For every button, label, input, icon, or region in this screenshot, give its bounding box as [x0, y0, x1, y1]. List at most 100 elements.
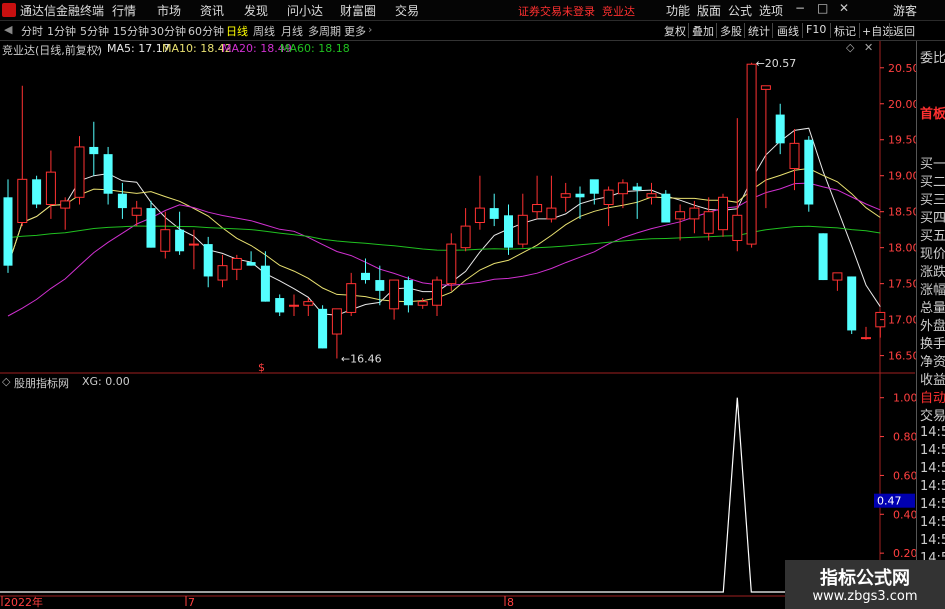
xg-signal-line — [0, 397, 880, 593]
candle — [603, 186, 614, 227]
candle — [617, 179, 628, 209]
candle-body — [832, 272, 843, 281]
date-label: 7 — [188, 596, 195, 609]
candle — [331, 308, 342, 359]
candle-body — [675, 211, 686, 220]
watermark-url: www.zbgs3.com — [812, 589, 918, 604]
candle-body — [417, 301, 428, 306]
candle-body — [861, 337, 871, 340]
candle-body — [489, 208, 499, 219]
candle-body — [188, 243, 199, 246]
quote-side-panel: 委比首板买一买二买三买四买五现价涨跌涨幅总量外盘换手净资收益自动交易14:55 1… — [916, 41, 945, 609]
candle — [146, 200, 156, 248]
candle-body — [260, 265, 270, 302]
side-label: 外盘 — [920, 319, 945, 334]
candle-body — [103, 154, 113, 194]
indicator-tick-label: 1.00 — [893, 392, 918, 405]
indicator-tick-label: 0.60 — [893, 469, 918, 482]
candle — [160, 211, 171, 259]
candle — [661, 190, 671, 223]
candle-body — [661, 193, 671, 223]
candle — [718, 193, 728, 237]
watermark: 指标公式网 www.zbgs3.com — [785, 560, 945, 609]
watermark-title: 指标公式网 — [820, 568, 910, 589]
candle-body — [60, 200, 71, 209]
candle-body — [560, 193, 571, 198]
side-label: 换手 — [920, 337, 945, 352]
candle-body — [331, 308, 342, 335]
candle-body — [318, 308, 328, 349]
price-tick-label: 20.00 — [888, 98, 920, 111]
candle-body — [575, 193, 585, 198]
candle — [117, 182, 127, 219]
indicator-tick-label: 0.40 — [893, 508, 918, 521]
price-tick-label: 19.00 — [888, 170, 920, 183]
candle — [217, 254, 228, 288]
kline-chart[interactable]: 16.50 17.00 17.50 18.00 18.50 19.00 19.50 20.00… — [0, 0, 945, 609]
candle-body — [746, 63, 757, 245]
candle — [775, 103, 785, 155]
settings-diamond-icon[interactable]: ◇ — [2, 375, 10, 388]
candle — [746, 62, 757, 248]
candlesticks — [3, 62, 886, 359]
price-tick-label: 19.50 — [888, 134, 920, 147]
candle — [861, 326, 871, 340]
candle — [3, 179, 13, 273]
candle-body — [303, 301, 314, 306]
price-annotation: ←20.57 — [756, 57, 797, 70]
side-label: 委比 — [920, 51, 945, 66]
candle — [175, 211, 185, 255]
candle — [789, 128, 800, 191]
price-annotation: ←16.46 — [341, 352, 382, 365]
candle-body — [847, 276, 857, 331]
candle — [646, 182, 657, 205]
candle-body — [532, 204, 543, 213]
candle — [504, 204, 513, 255]
candle — [45, 150, 56, 219]
side-label: 买五 — [920, 229, 945, 244]
side-label[interactable]: 自动 — [920, 387, 945, 406]
candle — [60, 197, 71, 230]
indicator-bar: ◇ 股朋指标网 XG: 0.00 — [0, 374, 880, 391]
indicator-tick-label: 0.80 — [893, 431, 918, 444]
candle-body — [703, 211, 714, 234]
candle-body — [3, 197, 13, 266]
candle — [74, 136, 85, 205]
side-label: 总量 — [920, 301, 945, 316]
indicator-current-label: 0.47 — [877, 495, 902, 508]
side-label: 买三 — [920, 193, 945, 208]
candle-body — [175, 229, 185, 252]
side-label: 14:5 — [920, 515, 945, 530]
price-tick-label: 18.50 — [888, 206, 920, 219]
side-label: 买二 — [920, 175, 945, 190]
candle-body — [89, 146, 99, 155]
candle — [17, 85, 28, 227]
xg-value: XG: 0.00 — [82, 375, 130, 388]
indicator-name[interactable]: 股朋指标网 — [14, 375, 69, 391]
side-label: 买四 — [920, 211, 945, 226]
candle — [760, 85, 771, 209]
candle-body — [760, 85, 771, 90]
candle — [517, 193, 528, 248]
candle-body — [45, 171, 56, 206]
candle-body — [504, 215, 513, 248]
candle — [275, 294, 285, 317]
first-board-label: 首板 — [920, 107, 945, 122]
date-label: 2022年 — [4, 595, 43, 609]
candle-body — [403, 280, 413, 306]
event-marker: $ — [258, 361, 265, 374]
candle — [474, 175, 485, 230]
candle — [188, 229, 199, 270]
candle-body — [804, 139, 814, 205]
candle-body — [203, 244, 213, 277]
candle — [246, 251, 256, 266]
candle — [560, 182, 571, 212]
candle-body — [375, 280, 385, 291]
candle — [732, 118, 743, 252]
candle-body — [160, 229, 171, 252]
candle-body — [74, 146, 85, 198]
candle-body — [131, 207, 142, 216]
candle-body — [818, 233, 828, 281]
candle — [832, 272, 843, 291]
candle-body — [775, 114, 785, 144]
